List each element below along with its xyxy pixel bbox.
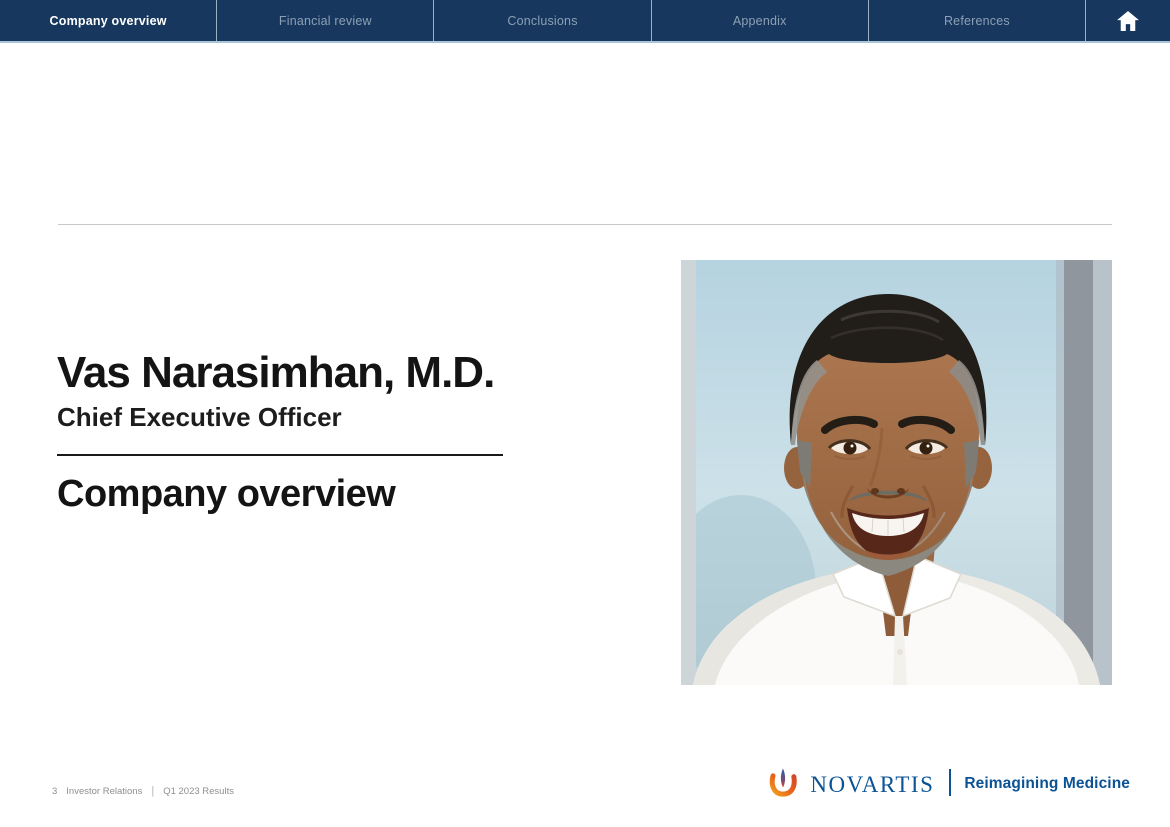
- footer-separator: |: [151, 785, 154, 797]
- tab-company-overview[interactable]: Company overview: [0, 0, 217, 41]
- slide: { "nav": { "tabs": [ {"label": "Company …: [0, 0, 1170, 827]
- tab-label: Company overview: [50, 14, 167, 28]
- tab-conclusions[interactable]: Conclusions: [434, 0, 651, 41]
- tab-financial-review[interactable]: Financial review: [217, 0, 434, 41]
- footer-event: Q1 2023 Results: [163, 786, 234, 797]
- brand-divider-bar: [949, 769, 951, 796]
- ceo-portrait-photo: [681, 260, 1112, 685]
- home-button[interactable]: [1086, 0, 1170, 41]
- tab-label: Appendix: [733, 14, 787, 28]
- brand-tagline: Reimagining Medicine: [964, 772, 1130, 793]
- footer-department: Investor Relations: [66, 786, 142, 797]
- tab-label: References: [944, 14, 1010, 28]
- novartis-logo: NOVARTIS Reimagining Medicine: [768, 766, 1130, 799]
- slide-nav: Company overview Financial review Conclu…: [0, 0, 1170, 43]
- tab-label: Financial review: [279, 14, 372, 28]
- ceo-portrait-illustration: [681, 260, 1112, 685]
- content-divider-line: [58, 224, 1112, 225]
- tab-references[interactable]: References: [869, 0, 1086, 41]
- speaker-title: Chief Executive Officer: [57, 404, 342, 430]
- page-number: 3: [52, 786, 57, 797]
- home-icon: [1117, 11, 1139, 31]
- title-rule-line: [57, 454, 503, 456]
- section-title: Company overview: [57, 475, 395, 513]
- tab-appendix[interactable]: Appendix: [652, 0, 869, 41]
- novartis-flame-icon: [768, 766, 798, 799]
- speaker-name: Vas Narasimhan, M.D.: [57, 351, 494, 395]
- footer-left: 3 Investor Relations | Q1 2023 Results: [52, 785, 234, 797]
- tab-label: Conclusions: [507, 14, 577, 28]
- novartis-wordmark: NOVARTIS: [810, 769, 934, 796]
